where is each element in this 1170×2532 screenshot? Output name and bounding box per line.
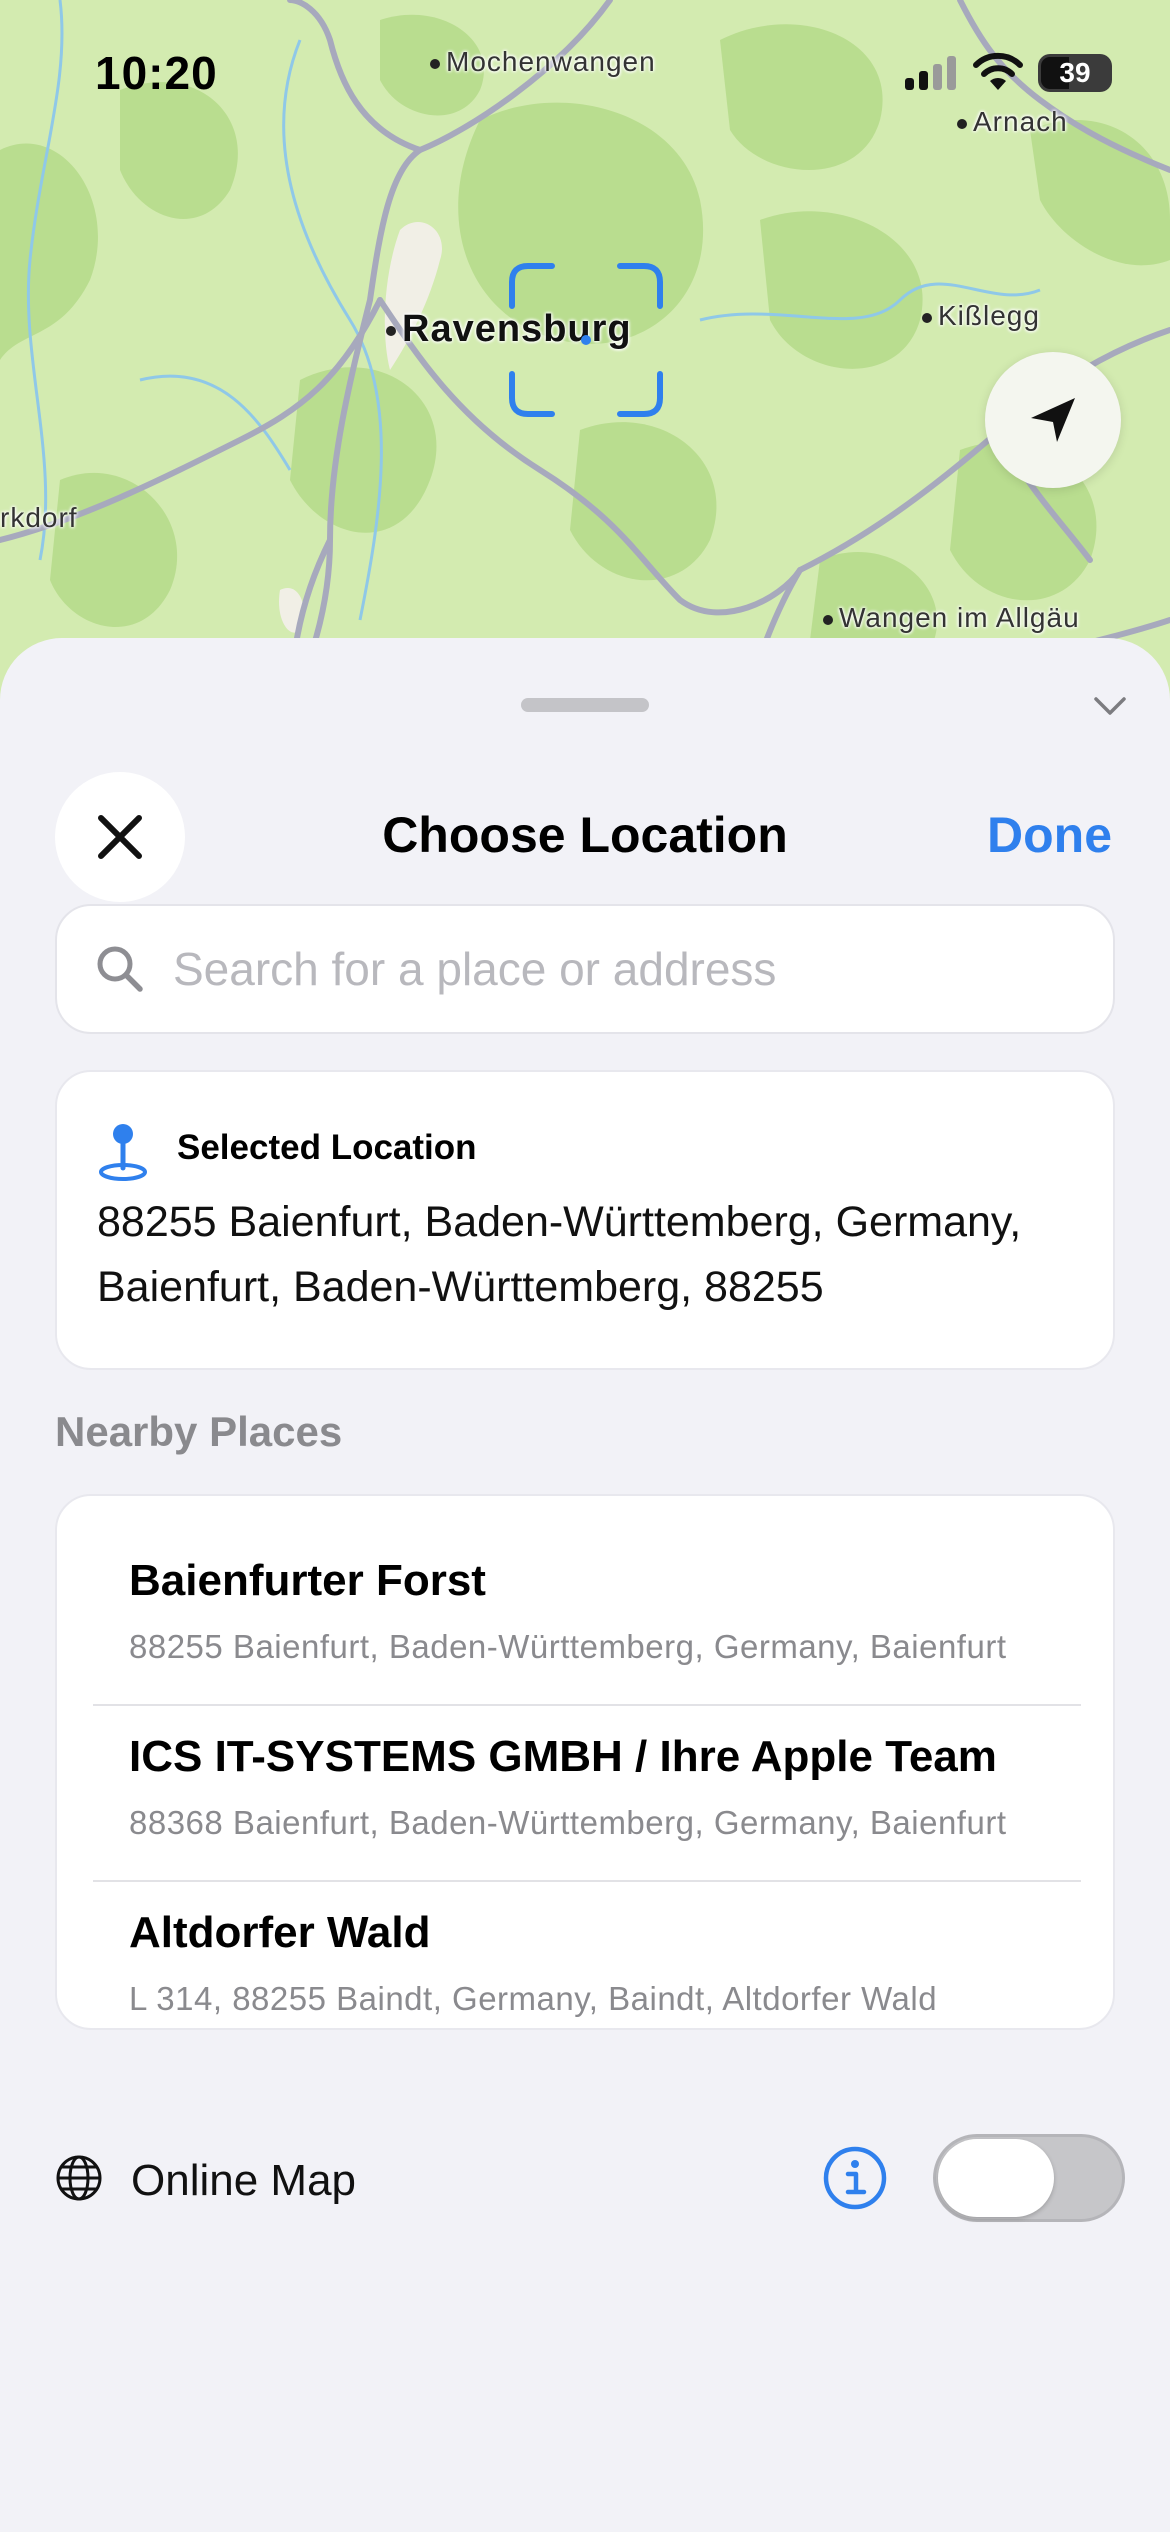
battery-level: 39 xyxy=(1059,57,1091,88)
map-label-wangen[interactable]: Wangen im Allgäu xyxy=(823,602,1080,634)
nearby-place-row[interactable]: Altdorfer Wald L 314, 88255 Baindt, Germ… xyxy=(57,1848,1113,2024)
battery-icon: 39 xyxy=(1038,54,1112,92)
status-time: 10:20 xyxy=(95,47,218,99)
nearby-places-header: Nearby Places xyxy=(55,1408,343,1455)
online-map-label: Online Map xyxy=(131,2156,357,2205)
location-picker-sheet: Choose Location Done Selected Location 8… xyxy=(0,638,1170,2532)
current-location-button[interactable] xyxy=(985,352,1121,488)
search-input[interactable] xyxy=(173,942,1053,996)
info-icon[interactable] xyxy=(821,2144,889,2212)
online-map-toggle[interactable] xyxy=(933,2134,1125,2222)
location-arrow-icon xyxy=(1031,398,1075,442)
place-dot xyxy=(922,312,932,323)
nearby-place-address: 88368 Baienfurt, Baden-Württemberg, Germ… xyxy=(129,1804,1007,1841)
selected-location-address: 88255 Baienfurt, Baden-Württemberg, Germ… xyxy=(97,1198,1022,1311)
selected-location-card: Selected Location 88255 Baienfurt, Baden… xyxy=(55,1070,1115,1370)
toggle-knob xyxy=(938,2139,1054,2217)
selected-location-label: Selected Location xyxy=(177,1128,477,1167)
nearby-place-name: Altdorfer Wald xyxy=(129,1908,431,1957)
nearby-place-row[interactable]: ICS IT-SYSTEMS GMBH / Ihre Apple Team 88… xyxy=(57,1672,1113,1848)
place-name: rkdorf xyxy=(0,502,78,533)
status-bar: 10:20 39 xyxy=(0,0,1170,140)
place-name: Wangen im Allgäu xyxy=(839,602,1080,633)
chevron-down-icon[interactable] xyxy=(1092,694,1128,718)
cellular-signal-icon xyxy=(905,56,956,90)
place-name: Kißlegg xyxy=(938,300,1040,331)
selection-bracket-icon xyxy=(509,263,663,417)
nearby-place-row[interactable]: Baienfurter Forst 88255 Baienfurt, Baden… xyxy=(57,1496,1113,1672)
map-label-rkdorf[interactable]: rkdorf xyxy=(0,502,78,534)
map-label-kisslegg[interactable]: Kißlegg xyxy=(922,300,1040,332)
globe-icon xyxy=(56,2155,102,2201)
nearby-place-name: Baienfurter Forst xyxy=(129,1556,486,1605)
nearby-place-name: ICS IT-SYSTEMS GMBH / Ihre Apple Team xyxy=(129,1732,997,1781)
nearby-places-list: Baienfurter Forst 88255 Baienfurt, Baden… xyxy=(55,1494,1115,2030)
wifi-icon xyxy=(973,52,1023,90)
place-dot xyxy=(823,614,833,625)
online-map-row: Online Map xyxy=(55,2128,1125,2228)
search-bar[interactable] xyxy=(55,904,1115,1034)
nearby-place-address: 88255 Baienfurt, Baden-Württemberg, Germ… xyxy=(129,1628,1007,1665)
done-button[interactable]: Done xyxy=(987,806,1112,864)
nearby-place-address: L 314, 88255 Baindt, Germany, Baindt, Al… xyxy=(129,1980,938,2017)
search-icon xyxy=(97,946,143,992)
sheet-grabber[interactable] xyxy=(521,698,649,712)
location-pin-icon xyxy=(99,1124,147,1181)
place-dot xyxy=(386,325,396,336)
